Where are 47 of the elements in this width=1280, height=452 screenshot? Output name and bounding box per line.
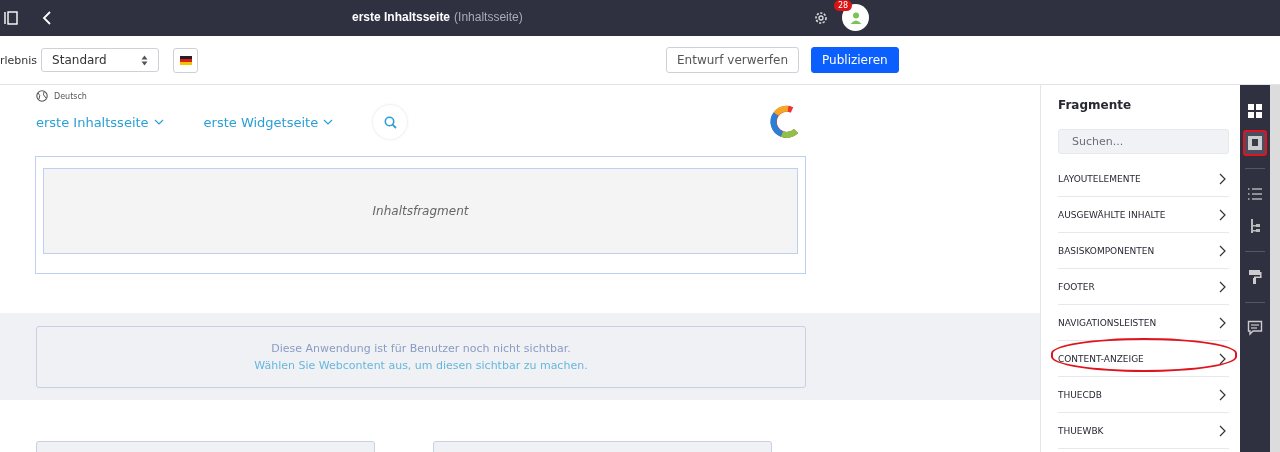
category-item[interactable]: LAYOUTELEMENTE <box>1058 161 1229 197</box>
editable-text-field[interactable]: Inhaltsfragment <box>43 168 798 254</box>
language-label: Deutsch <box>54 91 87 101</box>
chevron-right-icon <box>1219 172 1226 185</box>
chevron-right-icon <box>1219 208 1226 221</box>
chevron-right-icon <box>1219 388 1226 401</box>
category-item[interactable]: BASISKOMPONENTEN <box>1058 233 1229 269</box>
category-item[interactable]: THUEWBK <box>1058 413 1229 449</box>
publish-button[interactable]: Publizieren <box>811 47 899 73</box>
square-icon <box>1247 135 1263 151</box>
chevron-down-icon <box>323 119 334 125</box>
chevron-right-icon <box>1219 280 1226 293</box>
sidebar-toggle-icon[interactable] <box>4 11 18 25</box>
chevron-right-icon <box>1219 424 1226 437</box>
discard-draft-button[interactable]: Entwurf verwerfen <box>666 47 800 73</box>
page-type: (Inhaltsseite) <box>454 10 523 24</box>
category-item[interactable]: AUSGEWÄHLTE INHALTE <box>1058 197 1229 233</box>
panel-title: Fragmente <box>1058 98 1133 112</box>
sort-caret-icon <box>141 54 149 66</box>
chevron-right-icon <box>1219 316 1226 329</box>
search-icon <box>383 115 397 129</box>
category-item[interactable]: THUECDB <box>1058 377 1229 413</box>
scrollbar[interactable] <box>1270 85 1280 452</box>
globe-icon <box>36 90 48 102</box>
user-icon <box>849 11 862 24</box>
comment-icon <box>1247 320 1263 336</box>
experience-select[interactable]: Standard <box>41 48 160 72</box>
notification-badge: 28 <box>834 0 853 11</box>
chevron-down-icon <box>153 119 164 125</box>
rail-button[interactable] <box>1243 130 1267 156</box>
notice-text: Wählen Sie Webcontent aus, um diesen sichtbar zu machen. <box>254 358 588 374</box>
category-item[interactable]: FOOTER <box>1058 269 1229 305</box>
language-button[interactable] <box>173 47 199 73</box>
experience-label: rlebnis <box>0 53 38 67</box>
page-title: erste Inhaltsseite <box>352 10 451 24</box>
chevron-right-icon <box>1219 352 1226 365</box>
settings-icon[interactable] <box>814 10 828 25</box>
grid-icon <box>1247 103 1263 119</box>
search-field[interactable]: Suchen... <box>1058 129 1229 154</box>
paint-roller-icon <box>1247 269 1263 285</box>
category-item[interactable]: NAVIGATIONSLEISTEN <box>1058 305 1229 341</box>
back-icon[interactable] <box>42 11 52 25</box>
notice-text: Diese Anwendung ist für Benutzer noch nicht sichtbar. <box>271 341 571 357</box>
flag-icon <box>179 55 192 65</box>
chevron-right-icon <box>1219 244 1226 257</box>
list-icon <box>1247 186 1263 202</box>
category-item[interactable]: CONTENT-ANZEIGE <box>1058 341 1229 377</box>
